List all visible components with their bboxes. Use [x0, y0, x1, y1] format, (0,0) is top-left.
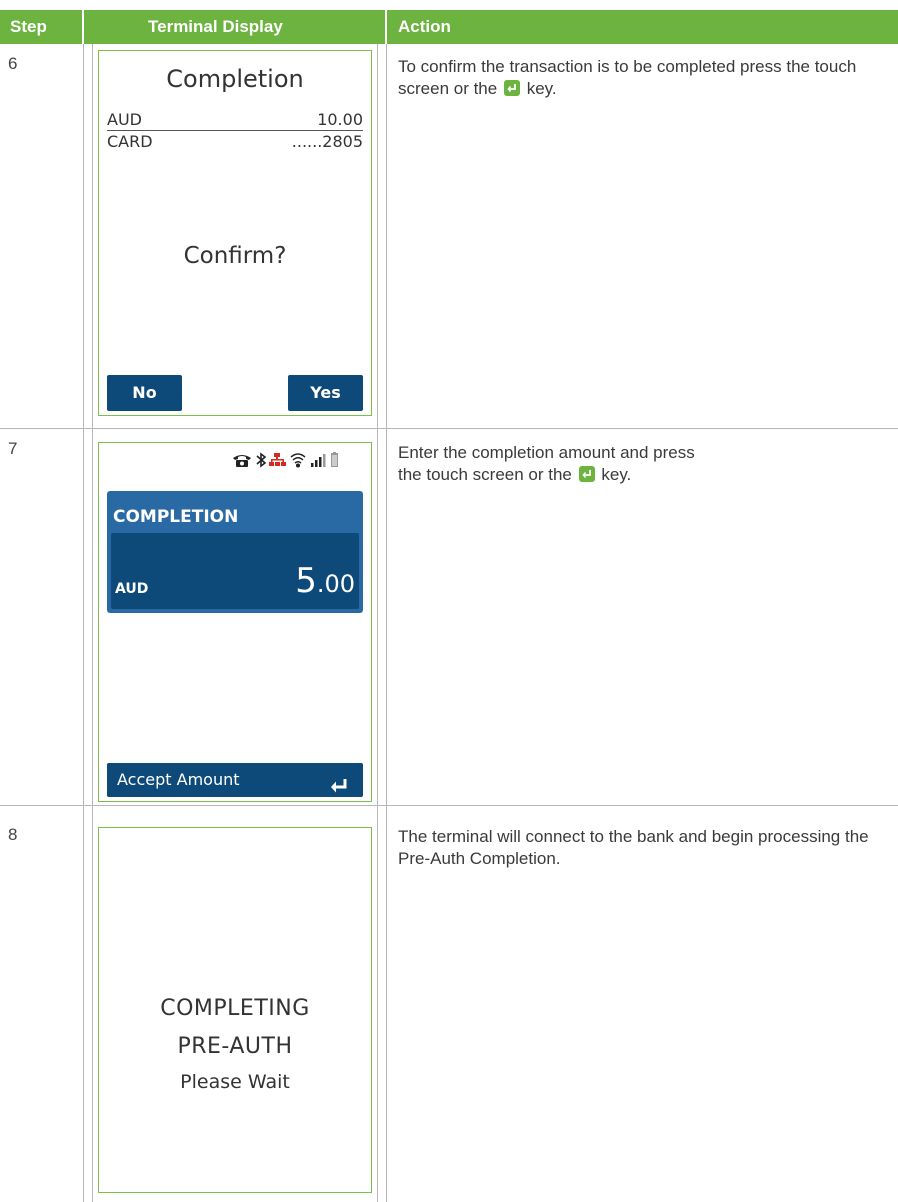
confirm-prompt: Confirm?	[183, 243, 287, 269]
action-text-line1: Enter the completion amount and press	[398, 443, 695, 462]
action-text-main: To confirm the transaction is to be comp…	[398, 57, 857, 98]
header-action: Action	[398, 17, 451, 36]
amount-row: AUD 10.00	[107, 111, 363, 129]
accept-amount-button[interactable]: Accept Amount	[107, 763, 363, 797]
yes-button[interactable]: Yes	[288, 375, 363, 411]
row-divider	[0, 805, 898, 806]
card-row: CARD ......2805	[107, 133, 363, 151]
card-value: ......2805	[291, 132, 363, 151]
wifi-icon	[290, 453, 306, 468]
amount-minor: .00	[316, 570, 355, 598]
battery-icon	[331, 452, 338, 467]
phone-icon	[233, 455, 251, 467]
column-divider	[92, 44, 93, 1202]
step-number: 8	[8, 825, 18, 844]
header-divider	[82, 10, 84, 44]
processing-line-3: Please Wait	[180, 1071, 290, 1093]
row-divider	[0, 428, 898, 429]
action-text: To confirm the transaction is to be comp…	[398, 56, 888, 100]
action-text-end: key.	[601, 465, 632, 484]
panel-title: COMPLETION	[113, 507, 239, 527]
amount-value: 10.00	[317, 110, 363, 129]
signal-icon	[311, 454, 326, 467]
no-button[interactable]: No	[107, 375, 182, 411]
terminal-screen-amount: COMPLETION AUD 5.00 Accept Amount	[98, 442, 372, 802]
header-divider	[385, 10, 387, 44]
column-divider	[83, 44, 84, 1202]
status-bar	[231, 451, 361, 469]
column-divider	[377, 44, 378, 1202]
amount-underline	[107, 130, 363, 131]
screen-title: Completion	[166, 65, 304, 93]
processing-line-1: COMPLETING	[160, 996, 310, 1021]
action-text: The terminal will connect to the bank an…	[398, 827, 869, 868]
accept-amount-label: Accept Amount	[117, 770, 240, 789]
terminal-screen-processing: COMPLETING PRE-AUTH Please Wait	[98, 827, 372, 1193]
action-text-main: the touch screen or the	[398, 465, 572, 484]
enter-arrow-icon	[329, 772, 349, 806]
network-icon	[269, 453, 286, 466]
status-icons	[233, 452, 338, 468]
table-header: Step Terminal Display Action	[0, 10, 898, 44]
card-label: CARD	[107, 132, 153, 151]
amount-display: 5.00	[295, 561, 355, 601]
column-divider	[386, 44, 387, 1202]
currency-code: AUD	[115, 581, 149, 597]
enter-key-icon	[503, 80, 520, 96]
amount-entry-field[interactable]: AUD 5.00	[111, 533, 359, 609]
amount-major: 5	[295, 561, 317, 601]
step-number: 7	[8, 439, 18, 458]
enter-key-icon	[578, 466, 595, 482]
amount-panel: COMPLETION AUD 5.00	[107, 491, 363, 613]
action-text-end: key.	[526, 79, 557, 98]
step-number: 6	[8, 54, 18, 73]
action-text: Enter the completion amount and press th…	[398, 442, 888, 486]
bluetooth-icon	[256, 452, 267, 468]
header-terminal-display: Terminal Display	[148, 17, 283, 36]
processing-line-2: PRE-AUTH	[177, 1034, 293, 1059]
currency-label: AUD	[107, 110, 142, 129]
terminal-screen-confirm: Completion AUD 10.00 CARD ......2805 Con…	[98, 50, 372, 416]
header-step: Step	[10, 17, 47, 36]
